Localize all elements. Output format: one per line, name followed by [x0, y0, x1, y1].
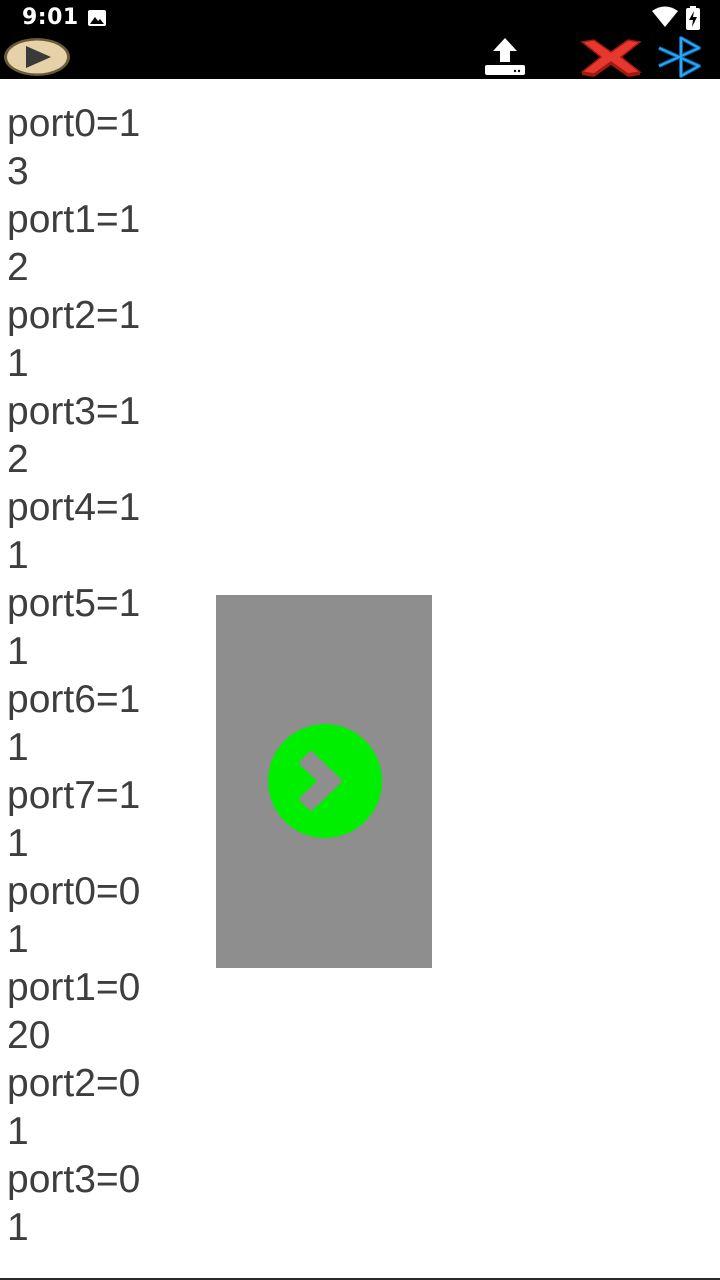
log-line: port2=1 — [7, 294, 141, 337]
battery-charging-icon — [686, 6, 700, 30]
log-line: 1 — [7, 918, 29, 961]
log-line: port2=0 — [7, 1062, 141, 1105]
wifi-icon — [652, 6, 678, 27]
log-line: port1=0 — [7, 966, 141, 1009]
log-line: port5=1 — [7, 582, 141, 625]
log-line: 1 — [7, 534, 29, 577]
next-arrow-icon[interactable] — [267, 723, 383, 839]
log-line: port6=1 — [7, 678, 141, 721]
log-line: port3=1 — [7, 390, 141, 433]
bluetooth-icon[interactable] — [655, 36, 711, 78]
log-line: 1 — [7, 822, 29, 865]
log-line: 1 — [7, 726, 29, 769]
log-line: 1 — [7, 1110, 29, 1153]
log-line: 2 — [7, 246, 29, 289]
log-line: 1 — [7, 1206, 29, 1249]
log-line: 2 — [7, 438, 29, 481]
log-line: port7=1 — [7, 774, 141, 817]
log-line: port4=0 — [7, 1252, 197, 1260]
play-icon[interactable] — [3, 37, 71, 77]
port-log: port0=1 3 port1=1 2 port2=1 1 port3=1 2 … — [7, 100, 197, 1260]
image-notification-icon — [88, 10, 106, 26]
overlay-panel — [216, 595, 432, 968]
status-time: 9:01 — [22, 5, 79, 30]
log-line: port0=0 — [7, 870, 141, 913]
log-line: port0=1 — [7, 102, 141, 145]
log-line: 20 — [7, 1014, 51, 1057]
log-line: 1 — [7, 630, 29, 673]
toolbar — [0, 36, 720, 79]
log-line: 1 — [7, 342, 29, 385]
log-line: port4=1 — [7, 486, 141, 529]
upload-icon[interactable] — [482, 36, 528, 78]
log-line: 3 — [7, 150, 29, 193]
log-line: port1=1 — [7, 198, 141, 241]
status-bar: 9:01 — [0, 0, 720, 36]
close-icon[interactable] — [576, 36, 646, 78]
log-line: port3=0 — [7, 1158, 141, 1201]
